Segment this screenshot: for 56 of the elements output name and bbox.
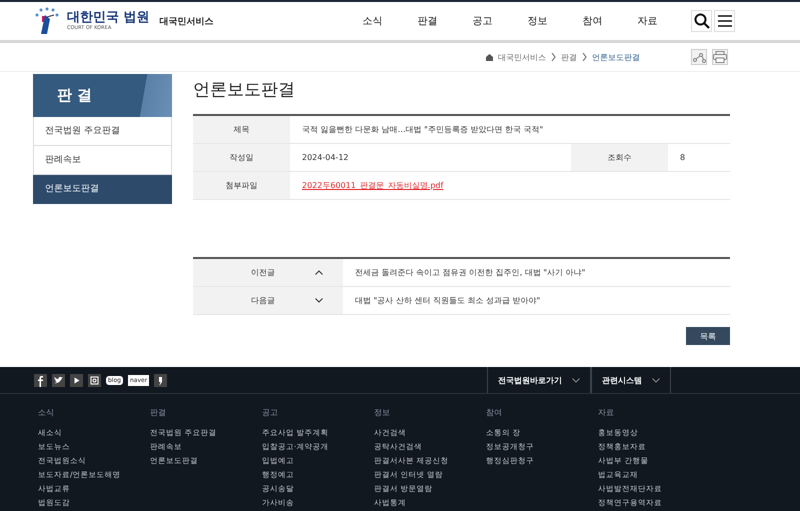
footer-heading: 공고 (262, 407, 279, 418)
bird-icon[interactable] (52, 374, 65, 386)
chevron-right-icon (551, 53, 556, 61)
sidebar-item[interactable]: 전국법원 주요판결 (33, 117, 172, 146)
post-link[interactable]: 대법 "공사 산하 센터 직원들도 최소 성과급 받아야" (355, 295, 540, 306)
chevron-right-icon (582, 53, 587, 61)
chevron-down-icon (572, 378, 580, 382)
print-button[interactable] (712, 49, 728, 65)
chevron-up-icon (315, 270, 323, 275)
nav-menu-item[interactable]: 공고 (455, 14, 510, 28)
search-icon (694, 13, 710, 29)
chevron-down-icon (315, 298, 323, 303)
views-value: 8 (679, 152, 686, 164)
attachment-link[interactable]: 2022두60011_판결문_자동비실명.pdf (302, 180, 444, 191)
footer-heading: 소식 (38, 407, 55, 418)
menu-icon (718, 15, 732, 27)
title-label: 제목 (193, 116, 290, 143)
printer-icon (713, 51, 727, 63)
share-button[interactable] (691, 49, 707, 65)
footer-heading: 판결 (150, 407, 167, 418)
footer-dropdown[interactable]: 전국법원바로가기 (487, 367, 591, 393)
breadcrumb-link[interactable]: 언론보도판결 (592, 52, 640, 62)
service-name[interactable]: 대국민서비스 (160, 14, 214, 28)
play-icon[interactable] (70, 374, 83, 386)
breadcrumb-link[interactable]: 판결 (561, 52, 577, 62)
speech-bubble-icon[interactable] (154, 374, 168, 386)
nav-menu-item[interactable]: 판결 (400, 14, 455, 28)
sidebar-item[interactable]: 언론보도판결 (33, 175, 172, 204)
page-title: 언론보도판결 (193, 79, 296, 100)
sidebar-title: 판 결 (57, 86, 92, 105)
footer-heading: 정보 (374, 407, 391, 418)
footer-heading: 참여 (486, 407, 503, 418)
nav-menu-item[interactable]: 자료 (620, 14, 675, 28)
date-label: 작성일 (193, 144, 290, 171)
camera-icon[interactable] (88, 374, 101, 386)
nav-menu-item[interactable]: 참여 (565, 14, 620, 28)
logo-title[interactable]: 대한민국 법원 (67, 10, 150, 25)
search-button[interactable] (691, 10, 712, 32)
share-icon (692, 52, 706, 62)
home-icon (486, 54, 493, 60)
footer-dropdown[interactable]: 관련시스템 (591, 367, 671, 393)
post-link[interactable]: 전세금 돌려준다 속이고 점유권 이전한 집주인, 대법 "사기 아냐" (355, 267, 586, 278)
post-nav-label: 이전글 (251, 267, 275, 278)
chevron-down-icon (652, 378, 660, 382)
views-label: 조회수 (571, 144, 668, 171)
post-nav-label: 다음글 (251, 295, 275, 306)
article-title: 국적 잃을뻔한 다문화 남매…대법 "주민등록증 받았다면 한국 국적" (301, 124, 544, 136)
attachment-label: 첨부파일 (193, 172, 290, 199)
nav-menu-item[interactable]: 소식 (345, 14, 400, 28)
nav-menu-item[interactable]: 정보 (510, 14, 565, 28)
date-value: 2024-04-12 (301, 152, 350, 164)
breadcrumb-link[interactable]: 대국민서비스 (498, 52, 546, 62)
footer-heading: 자료 (598, 407, 615, 418)
menu-button[interactable] (714, 10, 735, 32)
list-button[interactable]: 목록 (686, 327, 730, 345)
facebook-icon[interactable] (34, 374, 47, 386)
